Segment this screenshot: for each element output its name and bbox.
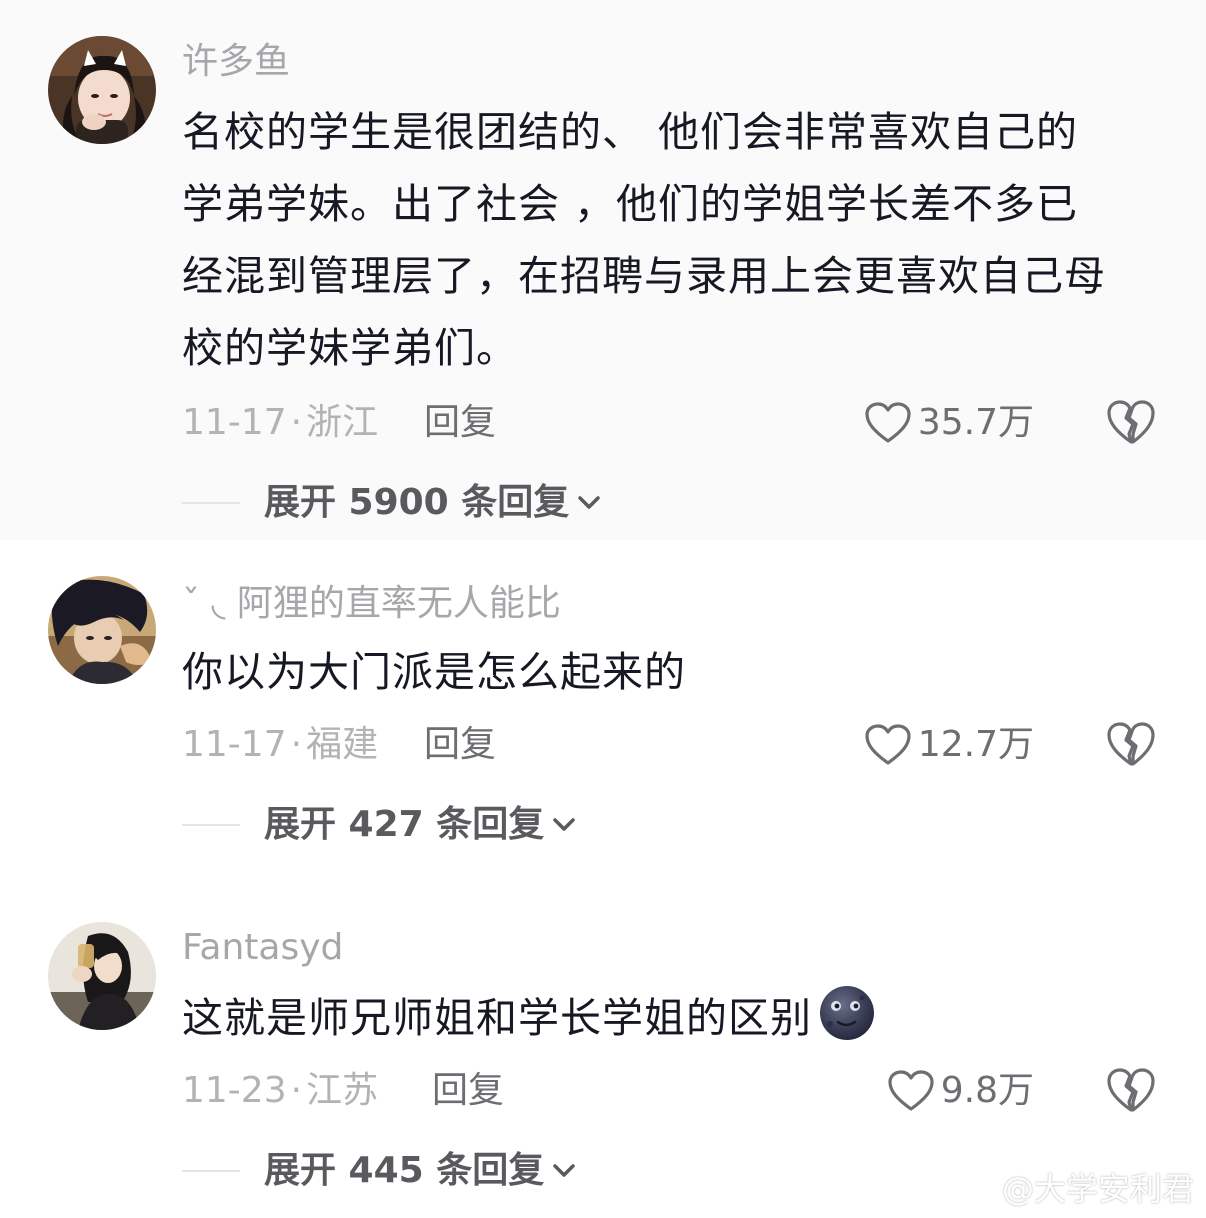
meta-separator: · [290, 724, 303, 765]
meta-separator: · [290, 402, 303, 443]
divider-line [182, 824, 240, 826]
expand-replies-button[interactable]: 展开 5900 条回复 [182, 478, 601, 528]
expand-replies-button[interactable]: 展开 427 条回复 [182, 800, 576, 850]
comment-location: 浙江 [306, 402, 379, 443]
meta-separator: · [290, 1070, 303, 1111]
avatar[interactable] [48, 576, 156, 684]
heart-outline-icon [865, 402, 911, 443]
expand-replies-label: 展开 427 条回复 [264, 804, 545, 845]
comment-text: 名校的学生是很团结的、 他们会非常喜欢自己的 学弟学妹。出了社会 ，他们的学姐学… [182, 96, 1172, 384]
divider-line [182, 1170, 240, 1172]
comment-text-body: 这就是师兄师姐和学长学姐的区别 [182, 994, 812, 1042]
broken-heart-icon [1107, 400, 1155, 444]
like-button[interactable]: 35.7万 [864, 398, 1034, 448]
comment-date: 11-23 [182, 1070, 287, 1111]
username[interactable]: ˇ ◟ 阿狸的直率无人能比 [182, 582, 561, 626]
reply-button[interactable]: 回复 [424, 398, 496, 448]
avatar[interactable] [48, 36, 156, 144]
chevron-down-icon [553, 818, 575, 831]
like-button[interactable]: 9.8万 [887, 1066, 1034, 1116]
watermark-text: @大学安利君 [1001, 1170, 1194, 1208]
dislike-button[interactable] [1106, 720, 1156, 770]
username[interactable]: Fantasyd [182, 926, 343, 970]
expand-replies-label: 展开 5900 条回复 [264, 482, 570, 523]
username[interactable]: 许多鱼 [182, 40, 290, 84]
comment-text: 这就是师兄师姐和学长学姐的区别 [182, 982, 1172, 1054]
heart-outline-icon [865, 724, 911, 765]
reply-button[interactable]: 回复 [432, 1066, 504, 1116]
expand-replies-button[interactable]: 展开 445 条回复 [182, 1146, 576, 1196]
expand-replies-label: 展开 445 条回复 [264, 1150, 545, 1191]
comment-text-line: 这就是师兄师姐和学长学姐的区别 [182, 982, 1172, 1054]
comment-meta: 11-17 · 福建 回复 [182, 720, 582, 770]
reply-button[interactable]: 回复 [424, 720, 496, 770]
comment-text-line: 经混到管理层了，在招聘与录用上会更喜欢自己母 [182, 252, 1106, 300]
comment-text-line: 名校的学生是很团结的、 他们会非常喜欢自己的 [182, 108, 1079, 156]
heart-outline-icon [888, 1070, 934, 1111]
comment-text-line: 校的学妹学弟们。 [182, 324, 518, 372]
avatar-girl-cat-ears-icon [48, 36, 156, 144]
chevron-down-icon [578, 496, 601, 509]
comment-meta: 11-17 · 浙江 回复 [182, 398, 582, 448]
comment-text: 你以为大门派是怎么起来的 [182, 636, 1172, 708]
avatar[interactable] [48, 922, 156, 1030]
broken-heart-icon [1107, 1068, 1155, 1112]
avatar-anime-boy-icon [48, 576, 156, 684]
like-count: 9.8万 [940, 1070, 1034, 1111]
like-count: 35.7万 [917, 402, 1034, 443]
watermark: @大学安利君 [952, 1164, 1194, 1210]
comment-item: 许多鱼 名校的学生是很团结的、 他们会非常喜欢自己的 学弟学妹。出了社会 ，他们… [0, 0, 1206, 540]
comment-location: 福建 [306, 724, 379, 765]
comment-text-line: 学弟学妹。出了社会 ，他们的学姐学长差不多已 [182, 180, 1079, 228]
like-button[interactable]: 12.7万 [864, 720, 1034, 770]
dislike-button[interactable] [1106, 398, 1156, 448]
comment-location: 江苏 [306, 1070, 379, 1111]
comment-text-line: 你以为大门派是怎么起来的 [182, 648, 686, 696]
new-moon-face-emoji-icon [820, 986, 874, 1040]
avatar-girl-drink-icon [48, 922, 156, 1030]
comment-item: ˇ ◟ 阿狸的直率无人能比 你以为大门派是怎么起来的 11-17 · 福建 回复 1… [0, 540, 1206, 880]
comment-date: 11-17 [182, 402, 287, 443]
weibo-icon [954, 1173, 994, 1203]
comment-meta: 11-23 · 江苏 回复 [182, 1066, 582, 1116]
like-count: 12.7万 [917, 724, 1034, 765]
comment-date: 11-17 [182, 724, 287, 765]
divider-line [182, 502, 240, 504]
chevron-down-icon [553, 1164, 575, 1177]
broken-heart-icon [1107, 722, 1155, 766]
dislike-button[interactable] [1106, 1066, 1156, 1116]
